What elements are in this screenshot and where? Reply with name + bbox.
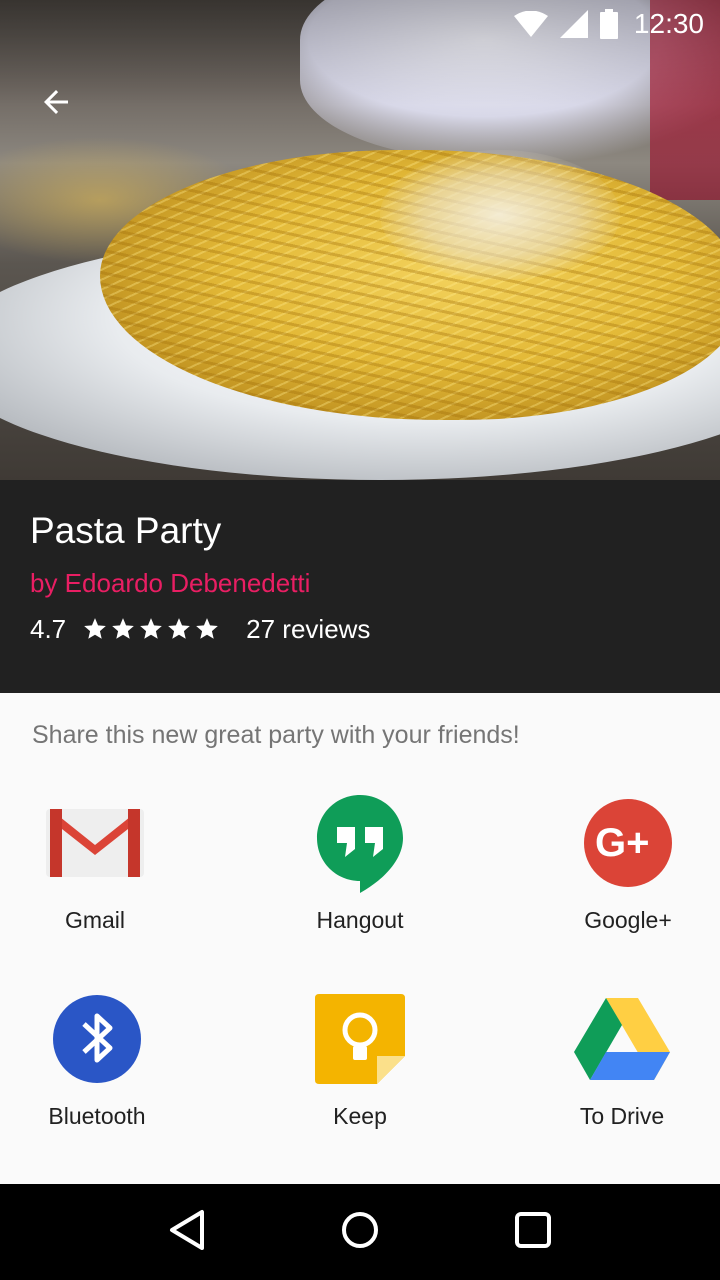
share-app-label: Keep: [333, 1103, 387, 1129]
keep-icon: [310, 989, 410, 1089]
recipe-title: Pasta Party: [30, 510, 222, 551]
star-icon: [168, 618, 190, 639]
star-icon: [196, 618, 218, 639]
google-plus-icon: G+: [578, 793, 678, 893]
recipe-hero-image: [0, 0, 720, 480]
star-icon: [112, 618, 134, 639]
share-app-label: Google+: [584, 907, 672, 933]
rating-stars: [82, 616, 222, 642]
recipe-info-panel: Pasta Party by Edoardo Debenedetti 4.7 2…: [0, 480, 720, 693]
svg-text:G+: G+: [595, 821, 649, 865]
wifi-icon: [513, 11, 548, 37]
star-icon: [84, 618, 106, 639]
share-app-label: To Drive: [579, 1103, 665, 1129]
reviews-count[interactable]: 27 reviews: [246, 614, 370, 645]
share-sheet: Share this new great party with your fri…: [0, 693, 720, 1184]
cell-signal-icon: [559, 10, 588, 38]
recipe-author-link[interactable]: by Edoardo Debenedetti: [30, 566, 690, 600]
share-gmail-button[interactable]: Gmail: [0, 793, 195, 935]
back-triangle-icon: [167, 1208, 207, 1257]
share-hangout-button[interactable]: Hangout: [260, 793, 460, 935]
drive-icon: [572, 989, 672, 1089]
nav-recents-button[interactable]: [493, 1192, 573, 1272]
nav-home-button[interactable]: [320, 1192, 400, 1272]
hero-top-shade: [0, 0, 720, 480]
status-bar: 12:30: [0, 0, 720, 48]
rating-row: 4.7 27 reviews: [30, 612, 690, 646]
back-button[interactable]: [24, 80, 88, 128]
status-time: 12:30: [633, 8, 704, 39]
bluetooth-icon: [47, 989, 147, 1089]
hangouts-icon: [310, 793, 410, 893]
home-circle-icon: [340, 1210, 380, 1255]
rating-value: 4.7: [30, 613, 67, 644]
system-nav-bar: [0, 1184, 720, 1280]
battery-icon: [599, 9, 618, 39]
nav-back-button[interactable]: [147, 1192, 227, 1272]
share-app-label: Hangout: [316, 907, 404, 933]
share-drive-button[interactable]: To Drive: [522, 989, 720, 1131]
recents-square-icon: [514, 1211, 552, 1254]
share-keep-button[interactable]: Keep: [260, 989, 460, 1131]
share-bluetooth-button[interactable]: Bluetooth: [0, 989, 197, 1131]
share-google-plus-button[interactable]: G+ Google+: [528, 793, 720, 935]
gmail-icon: [45, 793, 145, 893]
share-app-label: Bluetooth: [48, 1103, 146, 1129]
star-icon: [140, 618, 162, 639]
arrow-back-icon: [38, 84, 74, 125]
share-app-label: Gmail: [64, 907, 126, 933]
share-prompt: Share this new great party with your fri…: [32, 721, 520, 749]
